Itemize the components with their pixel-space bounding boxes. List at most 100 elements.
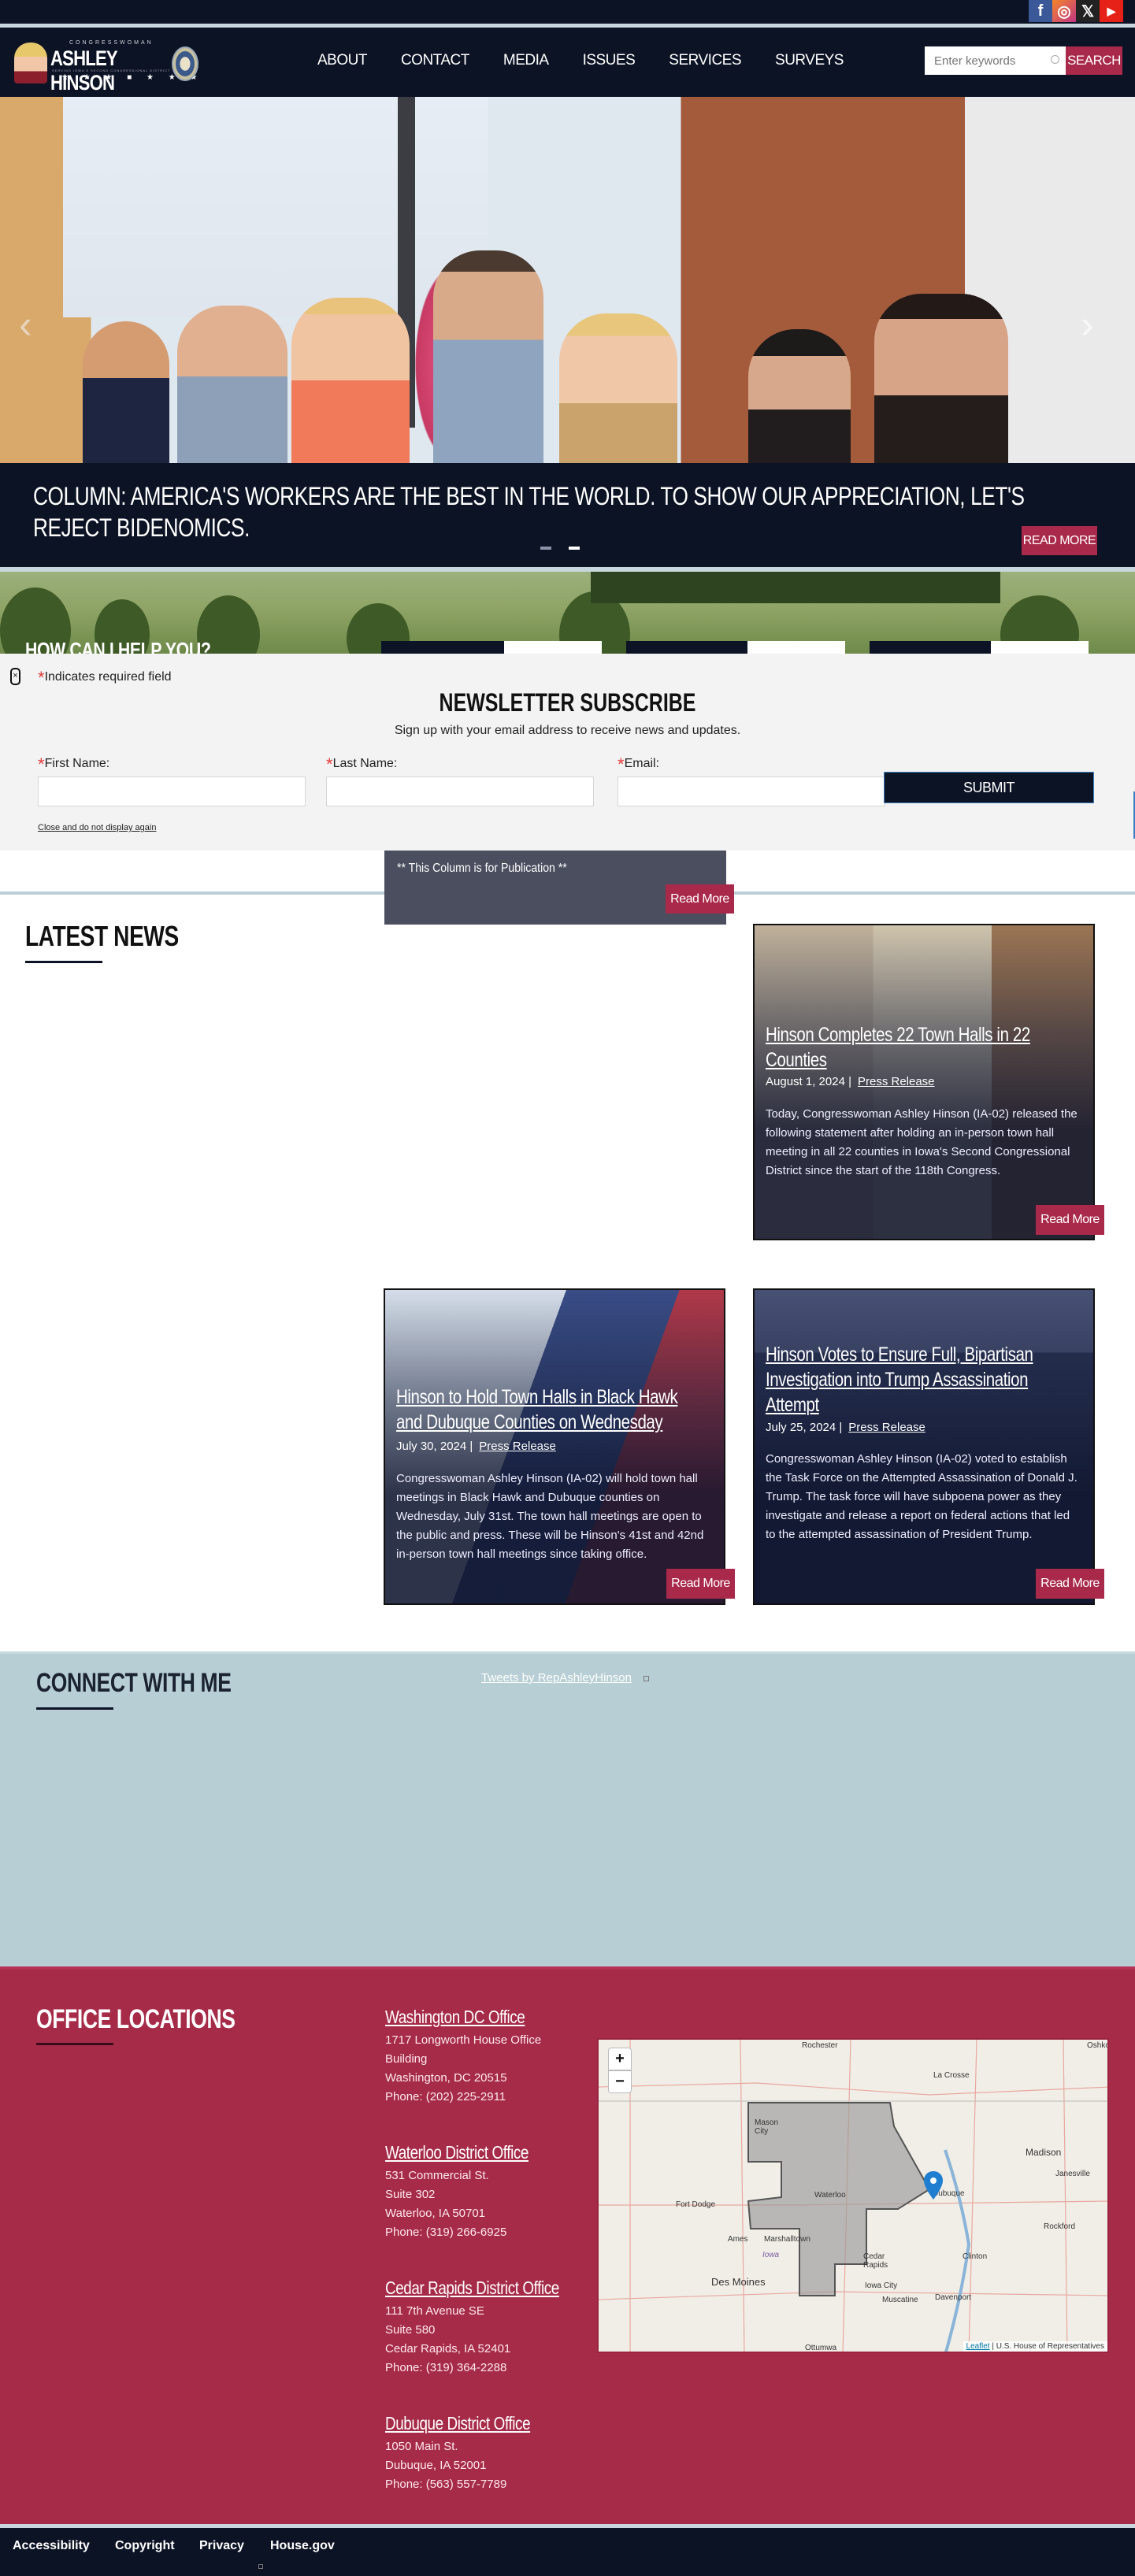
attribution-text: | U.S. House of Representatives <box>992 2342 1104 2351</box>
news-date: July 30, 2024 | <box>396 1440 473 1453</box>
map-attribution: Leaflet | U.S. House of Representatives <box>963 2341 1107 2352</box>
office-phone: Phone: (563) 557-7789 <box>385 2478 507 2491</box>
map-label: Rochester <box>802 2041 838 2050</box>
last-name-field[interactable] <box>326 777 594 806</box>
office-name-link[interactable]: Dubuque District Office <box>385 2413 531 2434</box>
news-summary: Today, Congresswoman Ashley Hinson (IA-0… <box>766 1107 1078 1177</box>
news-summary: Congresswoman Ashley Hinson (IA-02) vote… <box>766 1452 1078 1541</box>
offices-title: OFFICE LOCATIONS <box>36 2004 236 2034</box>
news-category-link[interactable]: Press Release <box>848 1421 925 1434</box>
footer-accessibility-link[interactable]: Accessibility <box>13 2539 90 2553</box>
slide-indicator-1[interactable] <box>540 547 551 550</box>
footer-privacy-link[interactable]: Privacy <box>199 2539 244 2553</box>
news-date: July 25, 2024 | <box>766 1421 843 1434</box>
footer-copyright-link[interactable]: Copyright <box>115 2539 175 2553</box>
office-name-link[interactable]: Waterloo District Office <box>385 2142 529 2163</box>
office-waterloo: Waterloo District Office 531 Commercial … <box>385 2142 560 2242</box>
help-title: HOW CAN I HELP YOU? <box>25 638 211 654</box>
office-city: Waterloo, IA 50701 <box>385 2207 486 2220</box>
map-label: Iowa <box>762 2251 780 2259</box>
close-icon[interactable]: × <box>10 668 20 685</box>
nav-contact[interactable]: CONTACT <box>401 52 469 69</box>
help-section: HOW CAN I HELP YOU? <box>0 572 1135 654</box>
help-tab[interactable] <box>991 641 1089 654</box>
map-zoom-in-button[interactable]: + <box>608 2048 632 2070</box>
news-title-link[interactable]: Hinson Votes to Ensure Full, Bipartisan … <box>766 1342 1069 1418</box>
news-read-more-button[interactable]: Read More <box>1036 1569 1104 1599</box>
logo-kicker: CONGRESSWOMAN <box>69 40 154 46</box>
search-input[interactable] <box>925 46 1066 75</box>
map-label: Janesville <box>1055 2170 1090 2178</box>
news-title-link[interactable]: Hinson Completes 22 Town Halls in 22 Cou… <box>766 1022 1069 1073</box>
slide-indicator-2-active[interactable] <box>569 547 580 550</box>
news-category-link[interactable]: Press Release <box>479 1440 556 1453</box>
last-name-label: *Last Name: <box>326 751 397 774</box>
first-name-field[interactable] <box>38 777 306 806</box>
title-underline <box>25 961 102 963</box>
search-button[interactable]: SEARCH <box>1066 46 1122 75</box>
connect-section: CONNECT WITH ME Tweets by RepAshleyHinso… <box>0 1651 1135 1966</box>
help-tab[interactable] <box>747 641 845 654</box>
tweets-link[interactable]: Tweets by RepAshleyHinson <box>481 1671 632 1685</box>
main-nav: ABOUT CONTACT MEDIA ISSUES SERVICES SURV… <box>317 52 877 69</box>
youtube-icon[interactable]: ▶ <box>1100 0 1123 22</box>
office-map[interactable]: + − Rochester La Crosse Oshkosh Mason Ci… <box>597 2038 1109 2353</box>
email-field[interactable] <box>618 777 885 806</box>
site-logo[interactable]: CONGRESSWOMAN ASHLEY HINSON SERVING IOWA… <box>14 39 211 95</box>
map-label: La Crosse <box>933 2071 970 2080</box>
external-link-icon <box>644 1676 649 1681</box>
help-tab[interactable] <box>381 641 504 654</box>
footer-house-gov-link[interactable]: House.gov <box>270 2539 335 2553</box>
external-link-icon <box>258 2564 263 2569</box>
title-underline <box>36 1707 113 1710</box>
required-star-icon: * <box>38 754 45 774</box>
news-meta: July 25, 2024 | Press Release <box>766 1421 925 1434</box>
required-star-icon: * <box>326 754 333 774</box>
office-phone: Phone: (319) 266-6925 <box>385 2226 507 2239</box>
office-address: 111 7th Avenue SE <box>385 2304 484 2318</box>
hero-headline[interactable]: COLUMN: AMERICA'S WORKERS ARE THE BEST I… <box>33 480 1054 543</box>
nav-surveys[interactable]: SURVEYS <box>775 52 844 69</box>
slider-next-arrow[interactable]: › <box>1081 302 1094 347</box>
nav-issues[interactable]: ISSUES <box>583 52 636 69</box>
help-tab[interactable] <box>626 641 747 654</box>
office-name-link[interactable]: Washington DC Office <box>385 2007 525 2028</box>
office-name-link[interactable]: Cedar Rapids District Office <box>385 2278 559 2299</box>
leaflet-link[interactable]: Leaflet <box>966 2342 990 2351</box>
x-icon[interactable]: 𝕏 <box>1076 0 1100 22</box>
help-tab[interactable] <box>870 641 991 654</box>
map-label: Ames <box>728 2235 748 2244</box>
help-tab[interactable] <box>504 641 602 654</box>
map-label: Clinton <box>963 2252 988 2261</box>
slider-prev-arrow[interactable]: ‹ <box>19 302 32 347</box>
map-zoom-out-button[interactable]: − <box>608 2070 632 2093</box>
nav-services[interactable]: SERVICES <box>669 52 741 69</box>
office-city: Cedar Rapids, IA 52401 <box>385 2342 511 2355</box>
office-address: 531 Commercial St. <box>385 2169 489 2182</box>
email-label: *Email: <box>618 751 659 774</box>
publication-read-more-button[interactable]: Read More <box>666 884 734 914</box>
submit-button[interactable]: SUBMIT <box>884 772 1094 803</box>
nav-about[interactable]: ABOUT <box>317 52 367 69</box>
map-label: Oshkosh <box>1087 2041 1109 2050</box>
hero-read-more-button[interactable]: READ MORE <box>1022 526 1097 555</box>
office-city: Washington, DC 20515 <box>385 2071 507 2085</box>
search-clear-icon[interactable] <box>1051 55 1059 64</box>
map-marker-icon[interactable] <box>924 2171 943 2200</box>
news-read-more-button[interactable]: Read More <box>666 1569 735 1599</box>
news-title-link[interactable]: Hinson to Hold Town Halls in Black Hawk … <box>396 1384 699 1435</box>
facebook-icon[interactable]: f <box>1029 0 1052 22</box>
first-name-label-text: First Name: <box>44 757 110 770</box>
news-category-link[interactable]: Press Release <box>858 1075 935 1088</box>
hero-image-people <box>0 250 1135 463</box>
news-read-more-button[interactable]: Read More <box>1036 1205 1104 1235</box>
nav-media[interactable]: MEDIA <box>503 52 549 69</box>
map-label: Des Moines <box>711 2276 766 2288</box>
dismiss-link[interactable]: Close and do not display again <box>38 823 156 832</box>
latest-news-title: LATEST NEWS <box>25 920 179 952</box>
site-footer: Accessibility Copyright Privacy House.go… <box>0 2528 1135 2576</box>
title-underline <box>36 2043 113 2045</box>
required-note: *Indicates required field <box>38 665 172 688</box>
instagram-icon[interactable]: ◎ <box>1052 0 1076 22</box>
news-card: Hinson Votes to Ensure Full, Bipartisan … <box>753 1288 1095 1605</box>
